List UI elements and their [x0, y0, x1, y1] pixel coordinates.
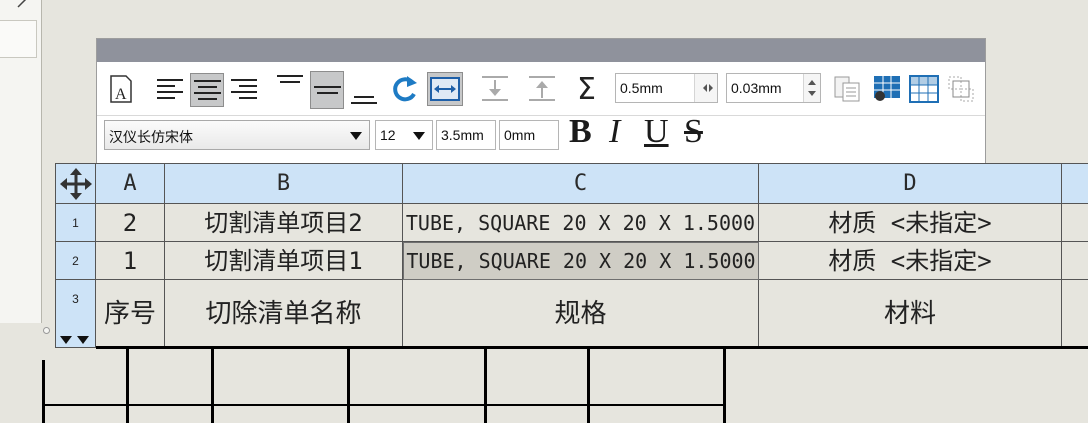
table-cell[interactable] — [1062, 242, 1088, 280]
underline-button[interactable]: U — [644, 115, 669, 149]
text-height-value: 3.5mm — [441, 127, 484, 143]
line-gap-arrows[interactable] — [803, 74, 820, 102]
align-center-icon[interactable] — [190, 73, 224, 107]
rotate-icon[interactable] — [390, 74, 420, 104]
insert-row-below-icon[interactable] — [480, 74, 510, 104]
left-panel-field[interactable] — [0, 20, 37, 58]
table-cell[interactable]: 切割清单项目2 — [165, 204, 403, 242]
panel-handle[interactable] — [43, 327, 50, 334]
table-cell[interactable]: 材质 <未指定> — [759, 204, 1062, 242]
toolbar-title-bar[interactable] — [97, 39, 985, 62]
line-gap-value: 0.03mm — [731, 80, 782, 96]
font-family-value: 汉仪长仿宋体 — [109, 130, 193, 146]
row-header-2[interactable]: 2 — [55, 242, 96, 280]
font-size-select[interactable]: 12 — [375, 120, 433, 150]
font-size-value: 12 — [380, 127, 396, 143]
chevron-down-icon[interactable] — [412, 131, 426, 141]
stroke-width-spinner[interactable]: 0.5mm — [615, 73, 718, 103]
insert-row-above-icon[interactable] — [527, 74, 557, 104]
table-cell[interactable]: 规格 — [403, 280, 759, 348]
align-middle-icon[interactable] — [310, 71, 344, 109]
line-gap-spinner[interactable]: 0.03mm — [726, 73, 821, 103]
table-cell[interactable]: 序号 — [96, 280, 165, 348]
column-header-b[interactable]: B — [165, 163, 403, 204]
column-header-e[interactable] — [1062, 163, 1088, 204]
table-cell[interactable]: 2 — [96, 204, 165, 242]
column-header-d[interactable]: D — [759, 163, 1062, 204]
table-cell[interactable] — [1062, 280, 1088, 348]
table-cell[interactable]: TUBE, SQUARE 20 X 20 X 1.5000 — [403, 204, 759, 242]
expand-rows-icon[interactable] — [57, 334, 95, 346]
italic-button[interactable]: I — [609, 115, 620, 149]
table-format-icon[interactable] — [872, 74, 902, 104]
table-grid-icon[interactable] — [909, 75, 939, 105]
fit-width-icon[interactable] — [427, 72, 463, 106]
spacing-value: 0mm — [504, 127, 536, 143]
strikethrough-button[interactable]: S — [684, 115, 703, 149]
move-table-icon[interactable] — [55, 163, 96, 204]
row-header-3-label: 3 — [72, 292, 79, 306]
pencil-icon[interactable] — [16, 0, 34, 8]
align-bottom-icon[interactable] — [349, 83, 379, 113]
bom-table: A B C D 1 2 切割清单项目2 TUBE, SQUARE 20 X 20… — [55, 163, 1088, 348]
stroke-width-value: 0.5mm — [620, 80, 663, 96]
align-top-icon[interactable] — [275, 72, 305, 102]
svg-text:Σ: Σ — [577, 73, 596, 103]
table-cell[interactable]: 切除清单名称 — [165, 280, 403, 348]
row-header-3[interactable]: 3 — [55, 280, 96, 348]
stroke-width-arrows[interactable] — [694, 74, 717, 102]
row-header-1[interactable]: 1 — [55, 204, 96, 242]
table-format-toolbar: A Σ 0.5mm 0.03mm 汉仪长仿宋体 12 3.5mm 0mm B I… — [96, 38, 986, 164]
column-header-a[interactable]: A — [96, 163, 165, 204]
table-cell[interactable]: 材质 <未指定> — [759, 242, 1062, 280]
table-cell[interactable]: 切割清单项目1 — [165, 242, 403, 280]
svg-text:A: A — [115, 86, 127, 103]
selected-table-cell[interactable]: TUBE, SQUARE 20 X 20 X 1.5000 — [403, 242, 759, 280]
toolbar-separator — [97, 115, 985, 116]
merge-cells-icon[interactable] — [947, 75, 977, 105]
table-cell[interactable]: 材料 — [759, 280, 1062, 348]
text-height-field[interactable]: 3.5mm — [436, 120, 496, 150]
align-left-icon[interactable] — [155, 75, 185, 105]
table-cell[interactable] — [1062, 204, 1088, 242]
chevron-down-icon[interactable] — [349, 131, 363, 141]
column-header-c[interactable]: C — [403, 163, 759, 204]
text-style-icon[interactable]: A — [107, 74, 137, 104]
font-family-select[interactable]: 汉仪长仿宋体 — [104, 120, 370, 150]
bold-button[interactable]: B — [569, 115, 592, 149]
align-right-icon[interactable] — [229, 75, 259, 105]
table-cell[interactable]: 1 — [96, 242, 165, 280]
spacing-field[interactable]: 0mm — [499, 120, 559, 150]
sum-icon[interactable]: Σ — [575, 73, 605, 103]
table-properties-icon[interactable] — [832, 74, 862, 104]
